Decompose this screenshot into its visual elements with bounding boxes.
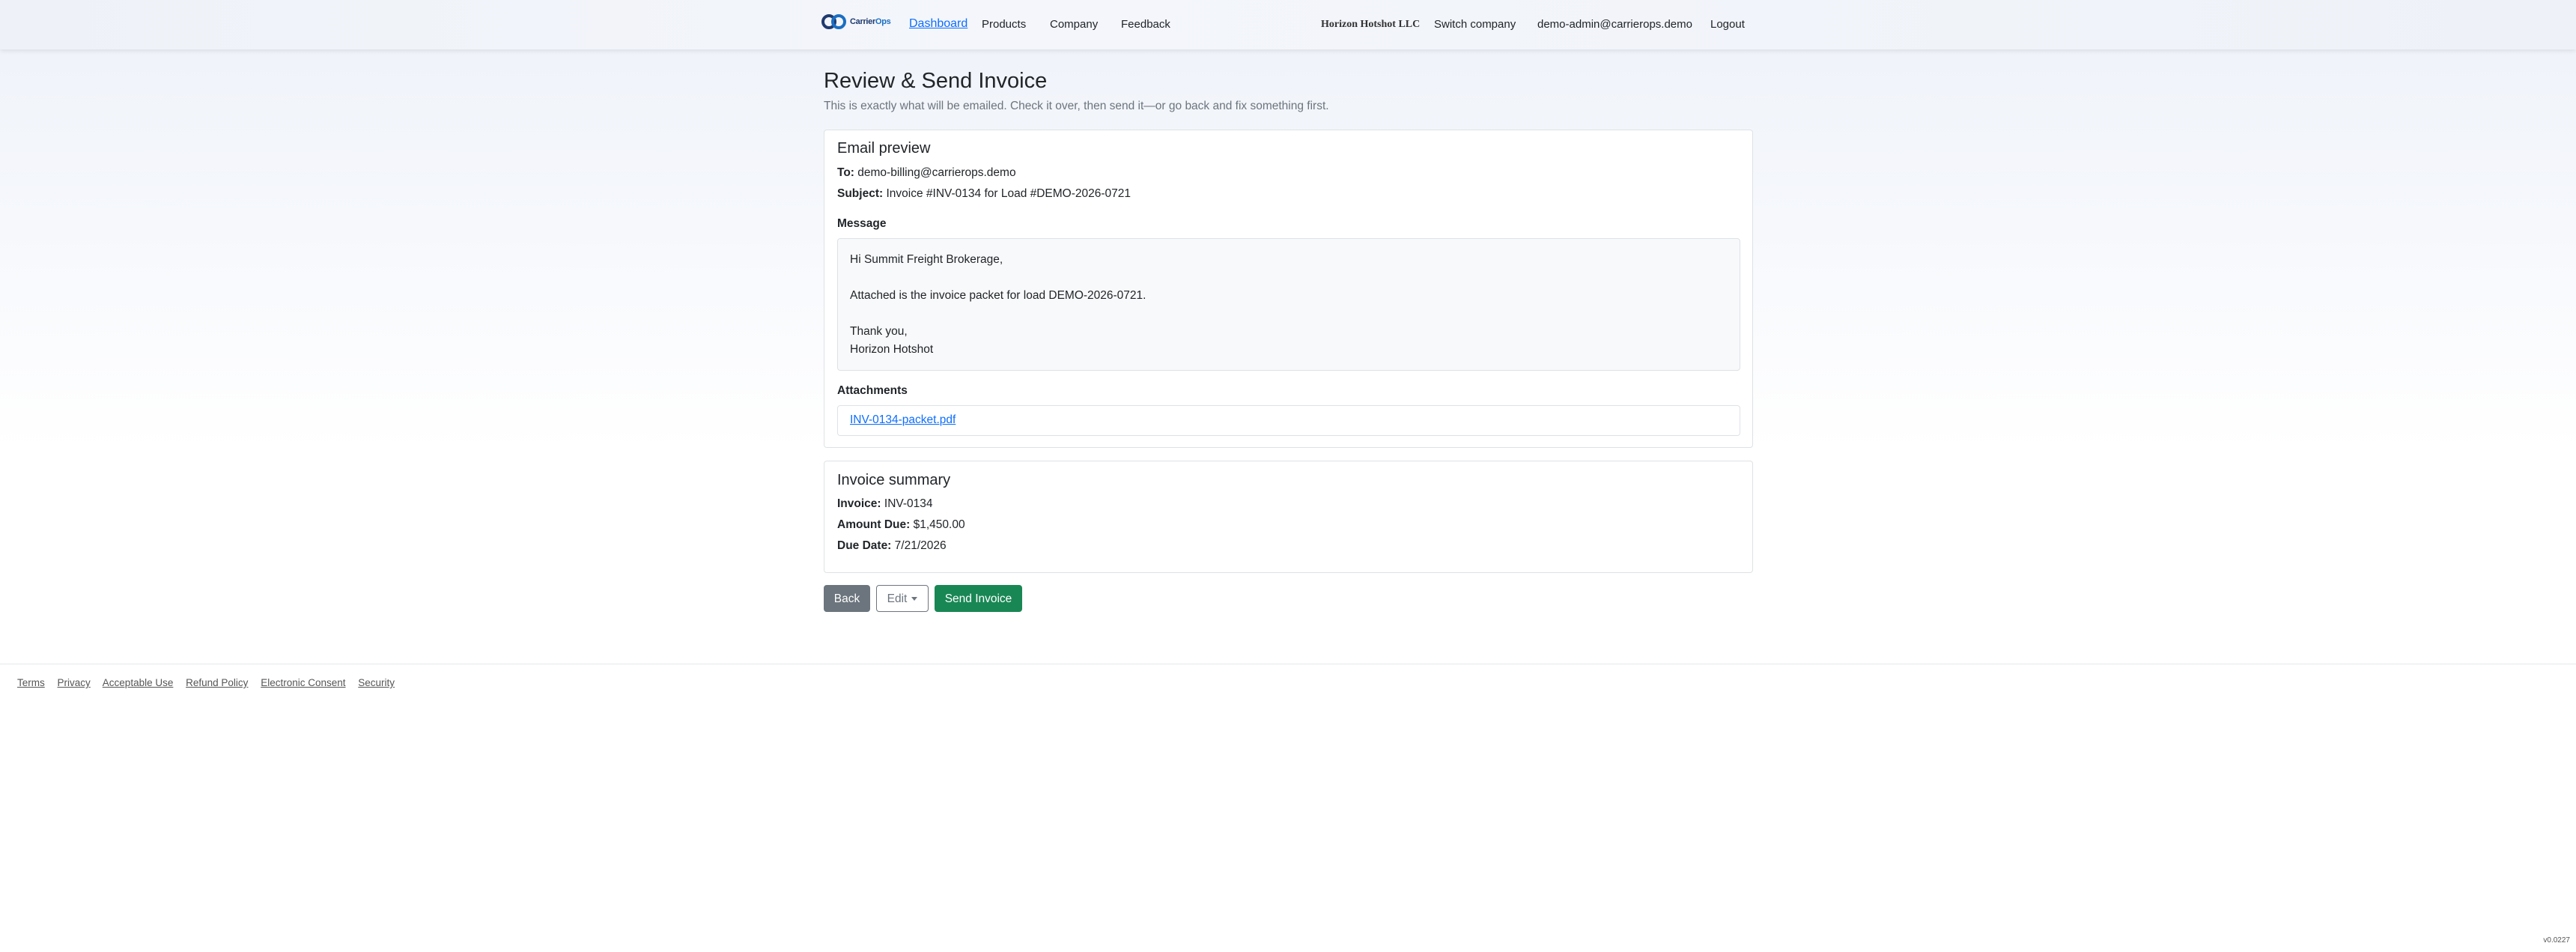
caret-down-icon — [911, 597, 918, 601]
main-content: Review & Send Invoice This is exactly wh… — [824, 67, 1753, 612]
due-date-field: Due Date: 7/21/2026 — [837, 539, 947, 553]
invoice-number-label: Invoice: — [837, 497, 881, 510]
version-label: v0.0227 — [2543, 936, 2570, 945]
brand-name: CarrierOps — [850, 17, 891, 26]
email-preview-card: Email preview To: demo-billing@carrierop… — [824, 130, 1753, 448]
top-navbar: CarrierOps Dashboard Products Company Fe… — [0, 0, 2576, 49]
attachment-link[interactable]: INV-0134-packet.pdf — [850, 413, 956, 426]
invoice-number-field: Invoice: INV-0134 — [837, 497, 933, 511]
amount-due-value: $1,450.00 — [913, 518, 965, 531]
nav-feedback[interactable]: Feedback — [1121, 18, 1170, 31]
carrierops-logo-icon — [821, 14, 846, 29]
brand-logo[interactable]: CarrierOps — [821, 13, 891, 31]
email-subject-value: Invoice #INV-0134 for Load #DEMO-2026-07… — [886, 187, 1131, 200]
message-closing: Thank you, — [850, 325, 908, 338]
logout-link[interactable]: Logout — [1710, 18, 1745, 31]
message-signature: Horizon Hotshot — [850, 343, 934, 356]
email-to-field: To: demo-billing@carrierops.demo — [837, 166, 1016, 180]
current-company-name: Horizon Hotshot LLC — [1321, 19, 1421, 30]
amount-due-field: Amount Due: $1,450.00 — [837, 518, 965, 532]
due-date-label: Due Date: — [837, 539, 892, 552]
switch-company-link[interactable]: Switch company — [1434, 18, 1516, 31]
invoice-summary-card: Invoice summary Invoice: INV-0134 Amount… — [824, 461, 1753, 573]
invoice-summary-title: Invoice summary — [837, 472, 951, 488]
user-email-link[interactable]: demo-admin@carrierops.demo — [1537, 18, 1692, 31]
due-date-value: 7/21/2026 — [894, 539, 947, 552]
footer-link-electronic-consent[interactable]: Electronic Consent — [261, 677, 345, 688]
nav-products[interactable]: Products — [982, 18, 1026, 31]
nav-dashboard[interactable]: Dashboard — [909, 17, 967, 31]
edit-dropdown-button[interactable]: Edit — [876, 585, 929, 612]
footer-link-privacy[interactable]: Privacy — [58, 677, 91, 688]
navbar-container: CarrierOps Dashboard Products Company Fe… — [821, 0, 1750, 49]
email-to-label: To: — [837, 166, 854, 179]
footer-link-terms[interactable]: Terms — [17, 677, 45, 688]
email-subject-label: Subject: — [837, 187, 884, 200]
page-title: Review & Send Invoice — [824, 69, 1048, 93]
attachments-list: INV-0134-packet.pdf — [837, 405, 1740, 436]
message-body-line: Attached is the invoice packet for load … — [850, 289, 1146, 302]
page-subtitle: This is exactly what will be emailed. Ch… — [824, 100, 1329, 112]
nav-company[interactable]: Company — [1050, 18, 1098, 31]
footer-links: Terms Privacy Acceptable Use Refund Poli… — [17, 677, 404, 688]
footer-link-refund-policy[interactable]: Refund Policy — [186, 677, 248, 688]
message-label: Message — [837, 217, 887, 230]
attachments-label: Attachments — [837, 384, 908, 397]
email-preview-title: Email preview — [837, 140, 931, 157]
back-button[interactable]: Back — [824, 585, 870, 612]
edit-button-label: Edit — [887, 592, 908, 605]
footer-link-acceptable-use[interactable]: Acceptable Use — [103, 677, 174, 688]
footer-link-security[interactable]: Security — [358, 677, 395, 688]
invoice-number-value: INV-0134 — [884, 497, 933, 510]
email-to-value: demo-billing@carrierops.demo — [857, 166, 1016, 179]
amount-due-label: Amount Due: — [837, 518, 911, 531]
send-invoice-button[interactable]: Send Invoice — [935, 585, 1022, 612]
email-subject-field: Subject: Invoice #INV-0134 for Load #DEM… — [837, 187, 1131, 201]
message-greeting: Hi Summit Freight Brokerage, — [850, 253, 1003, 266]
message-body: Hi Summit Freight Brokerage, Attached is… — [837, 238, 1740, 371]
